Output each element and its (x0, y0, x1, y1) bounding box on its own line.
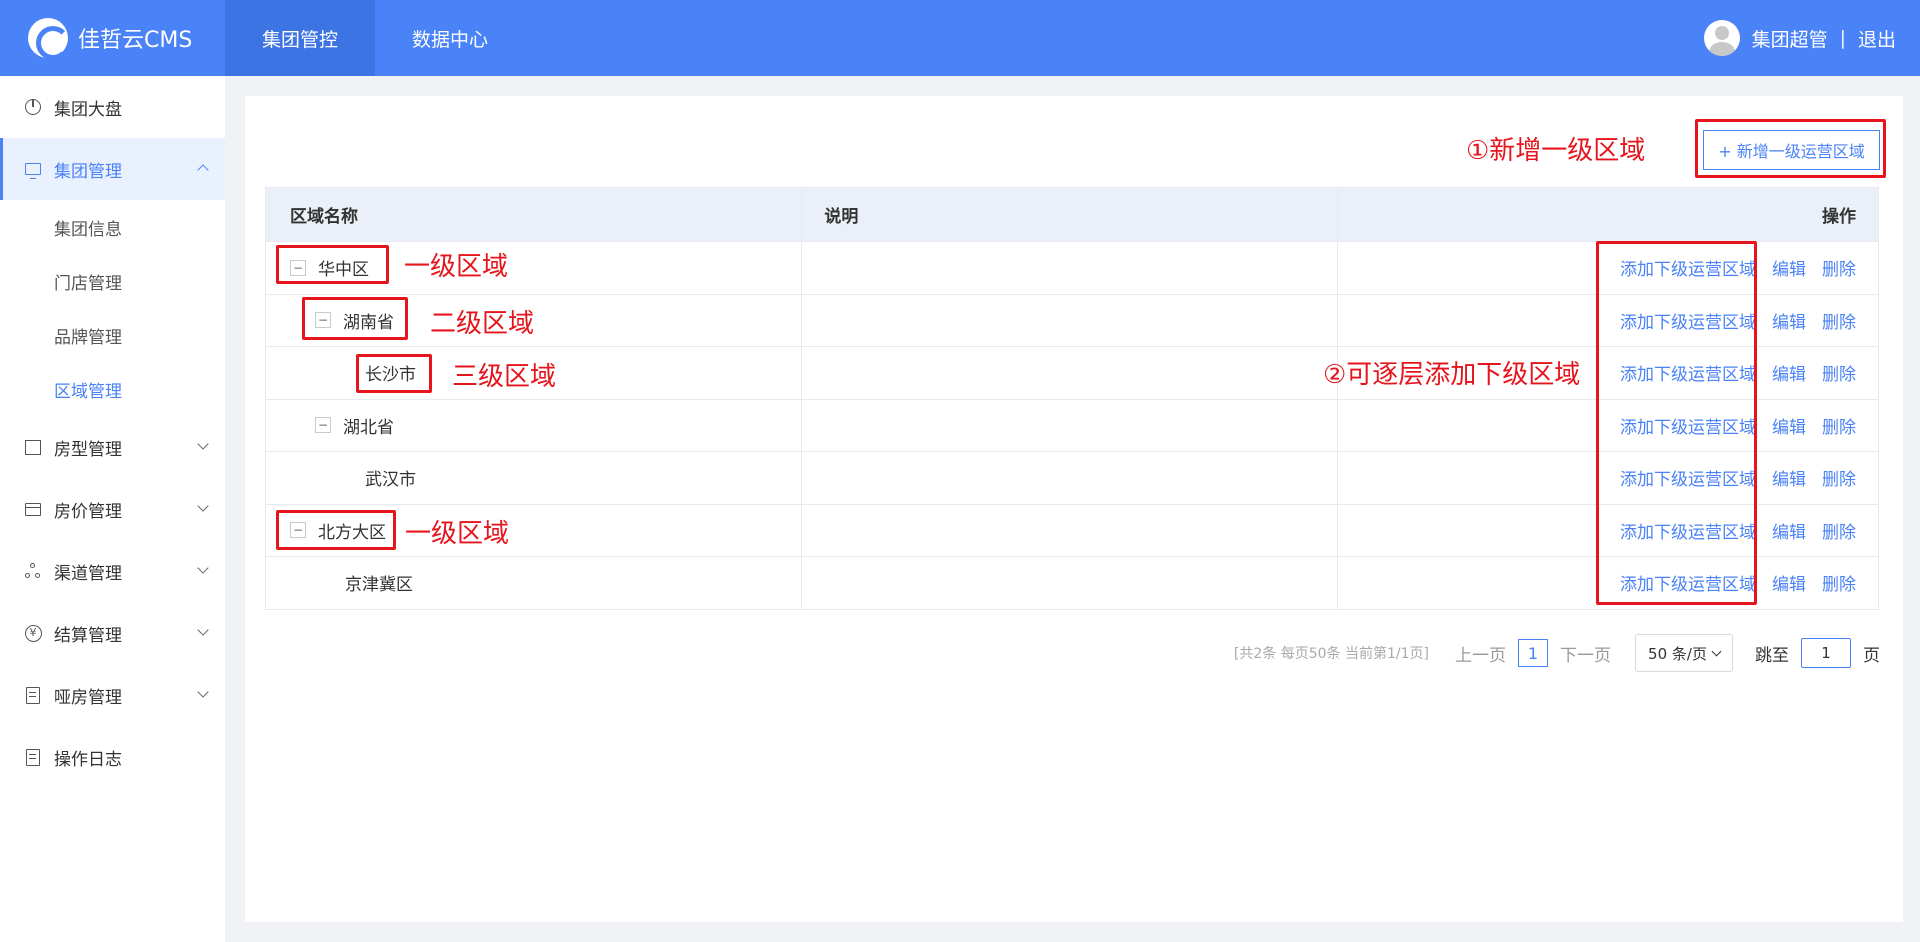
logo-icon (28, 18, 70, 60)
sidebar-subitem-brand-management[interactable]: 品牌管理 (0, 308, 225, 362)
annotation-box-level3 (356, 354, 432, 393)
annotation-box-add-button (1695, 119, 1886, 178)
logout-link[interactable]: 退出 (1858, 25, 1896, 52)
region-description (802, 294, 1338, 346)
collapse-icon[interactable]: − (315, 417, 331, 434)
tab-group-control[interactable]: 集团管控 (225, 0, 375, 76)
sidebar-item-label: 操作日志 (54, 749, 122, 770)
region-description (802, 452, 1338, 504)
region-description (802, 504, 1338, 556)
yen-icon: ¥ (24, 624, 42, 642)
edit-link[interactable]: 编辑 (1772, 570, 1806, 595)
pagination: [共2条 每页50条 当前第1/1页] 上一页 1 下一页 50 条/页 跳至 … (1234, 634, 1880, 672)
edit-link[interactable]: 编辑 (1772, 360, 1806, 385)
chevron-down-icon (197, 500, 209, 512)
chevron-down-icon (1711, 646, 1722, 656)
delete-link[interactable]: 删除 (1822, 570, 1856, 595)
page-number-current[interactable]: 1 (1518, 639, 1548, 667)
jump-label: 跳至 (1755, 645, 1789, 666)
sidebar-item-group-management[interactable]: 集团管理 (0, 138, 225, 200)
next-page-button[interactable]: 下一页 (1560, 641, 1611, 666)
sidebar-item-dummy-room[interactable]: 哑房管理 (0, 664, 225, 726)
annotation-add-sub: ②可逐层添加下级区域 (1323, 360, 1581, 390)
region-description (802, 242, 1338, 294)
region-name: 湖北省 (343, 417, 394, 438)
annotation-box-level1 (276, 245, 389, 284)
chevron-down-icon (197, 624, 209, 636)
tab-data-center[interactable]: 数据中心 (375, 0, 525, 76)
log-icon (24, 748, 42, 766)
sidebar-subitem-store-management[interactable]: 门店管理 (0, 254, 225, 308)
annotation-level1-north: 一级区域 (405, 519, 510, 549)
table-header: 区域名称 说明 操作 (266, 188, 1878, 241)
chevron-down-icon (197, 438, 209, 450)
sidebar: 集团大盘 集团管理 集团信息 门店管理 品牌管理 区域管理 房型管理 房价管理 … (0, 76, 225, 942)
pagination-info: [共2条 每页50条 当前第1/1页] (1233, 646, 1429, 662)
sidebar-subitem-region-management[interactable]: 区域管理 (0, 362, 225, 416)
chevron-down-icon (197, 562, 209, 574)
top-header: 佳哲云CMS 集团管控 数据中心 集团超管 | 退出 (0, 0, 1920, 76)
annotation-box-level2 (302, 297, 408, 340)
delete-link[interactable]: 删除 (1822, 413, 1856, 438)
edit-link[interactable]: 编辑 (1772, 413, 1806, 438)
brand-name: 佳哲云CMS (78, 28, 193, 53)
region-name: 京津冀区 (345, 575, 413, 596)
annotation-box-add-sub (1596, 241, 1757, 605)
network-icon (24, 562, 42, 580)
annotation-level1: 一级区域 (404, 252, 509, 282)
sidebar-item-label: 房型管理 (54, 439, 122, 460)
chevron-up-icon (197, 164, 209, 176)
user-area: 集团超管 | 退出 (1703, 20, 1896, 56)
delete-link[interactable]: 删除 (1822, 308, 1856, 333)
page-size-select[interactable]: 50 条/页 (1635, 634, 1733, 672)
header-region-name: 区域名称 (266, 188, 803, 241)
document-icon (24, 686, 42, 704)
sidebar-subitem-group-info[interactable]: 集团信息 (0, 200, 225, 254)
edit-link[interactable]: 编辑 (1772, 465, 1806, 490)
chevron-down-icon (197, 686, 209, 698)
annotation-box-level1-north (276, 510, 396, 550)
annotation-level3: 三级区域 (452, 362, 557, 392)
pie-chart-icon (24, 98, 42, 116)
region-description (802, 347, 1338, 399)
prev-page-button[interactable]: 上一页 (1455, 641, 1506, 666)
brand-logo[interactable]: 佳哲云CMS (0, 0, 225, 76)
sidebar-item-settlement[interactable]: ¥ 结算管理 (0, 602, 225, 664)
sidebar-item-group-dashboard[interactable]: 集团大盘 (0, 76, 225, 138)
sidebar-item-label: 集团大盘 (54, 99, 122, 120)
edit-link[interactable]: 编辑 (1772, 255, 1806, 280)
region-description (802, 399, 1338, 451)
avatar[interactable] (1703, 20, 1740, 56)
delete-link[interactable]: 删除 (1822, 465, 1856, 490)
delete-link[interactable]: 删除 (1822, 360, 1856, 385)
user-name[interactable]: 集团超管 (1752, 25, 1828, 52)
region-description (802, 557, 1338, 609)
page-size-value: 50 条/页 (1648, 644, 1707, 663)
sidebar-item-room-type[interactable]: 房型管理 (0, 416, 225, 478)
edit-link[interactable]: 编辑 (1772, 518, 1806, 543)
delete-link[interactable]: 删除 (1822, 255, 1856, 280)
sidebar-item-operation-log[interactable]: 操作日志 (0, 726, 225, 788)
separator: | (1839, 27, 1846, 49)
edit-link[interactable]: 编辑 (1772, 308, 1806, 333)
sidebar-item-room-price[interactable]: 房价管理 (0, 478, 225, 540)
annotation-add-top-level: ①新增一级区域 (1466, 136, 1646, 166)
card-icon (24, 500, 42, 518)
annotation-level2: 二级区域 (430, 309, 535, 339)
region-name: 武汉市 (365, 470, 416, 491)
sidebar-item-label: 哑房管理 (54, 687, 122, 708)
sidebar-item-label: 集团管理 (54, 161, 122, 182)
sidebar-item-label: 渠道管理 (54, 563, 122, 584)
header-operations: 操作 (1822, 207, 1856, 227)
jump-page-input[interactable]: 1 (1801, 638, 1851, 668)
sidebar-item-channel[interactable]: 渠道管理 (0, 540, 225, 602)
header-description: 说明 (802, 188, 1338, 241)
sidebar-item-label: 房价管理 (54, 501, 122, 522)
monitor-icon (24, 160, 42, 179)
building-icon (24, 438, 42, 456)
sidebar-item-label: 结算管理 (54, 625, 122, 646)
page-unit-label: 页 (1863, 645, 1880, 666)
delete-link[interactable]: 删除 (1822, 518, 1856, 543)
